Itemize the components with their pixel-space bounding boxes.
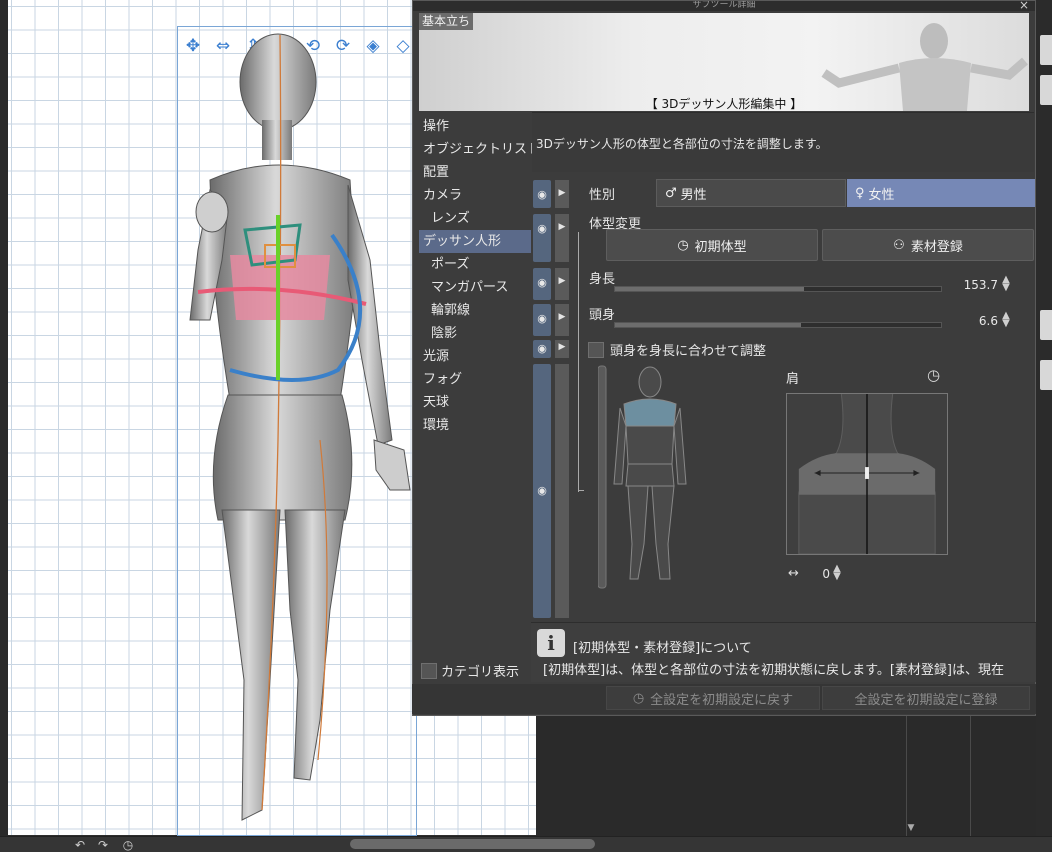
category-item[interactable]: オブジェクトリスト [419,138,540,161]
fit-heads-option[interactable]: 頭身を身長に合わせて調整 [588,340,766,359]
category-item[interactable]: 配置 [419,161,531,184]
info-title: [初期体型・素材登録]について [573,641,752,656]
height-spinner-icon[interactable]: ▲ ▼ [1001,275,1011,293]
initial-body-button[interactable]: ◷ 初期体型 [606,229,818,261]
heads-slider-fill [615,323,801,327]
preview-label: 【 3Dデッサン人形編集中 】 [645,97,803,111]
height-value[interactable]: 153.7 [950,278,998,292]
heads-value[interactable]: 6.6 [950,314,998,328]
expand-arrow-icon[interactable]: ▶ [555,180,569,208]
shoulder-preview[interactable] [786,393,948,555]
heads-label: 頭身 [589,308,616,323]
category-item[interactable]: ポーズ [419,253,531,276]
height-label: 身長 [589,272,616,287]
reset-view-icon[interactable]: ◷ [120,837,136,852]
male-label: 男性 [680,187,707,203]
category-item[interactable]: 輪郭線 [419,299,531,322]
category-item[interactable]: レンズ [419,207,531,230]
category-item[interactable]: 天球 [419,391,531,414]
right-panel-strip [1036,0,1052,852]
left-gutter [0,0,8,852]
undo-view-icon[interactable]: ↶ [72,837,88,852]
fit-heads-checkbox[interactable] [588,341,604,358]
register-material-button[interactable]: ⚇ 素材登録 [822,229,1034,261]
dialog-title: サブツール詳細 [413,1,1035,11]
close-icon[interactable]: × [1019,0,1029,12]
register-material-icon: ⚇ [893,237,905,253]
visibility-eye-icon[interactable]: ◉ [533,364,551,618]
description-text: 3Dデッサン人形の体型と各部位の寸法を調整します。 [536,137,828,151]
heads-slider[interactable] [614,322,942,328]
dialog-footer: ◷ 全設定を初期設定に戻す 全設定を初期設定に登録 [412,684,1036,714]
subtool-preview: 基本立ち 【 3Dデッサン人形編集中 】 [419,13,1029,111]
register-material-label: 素材登録 [910,239,963,255]
category-item[interactable]: 操作 [419,115,531,138]
heads-spinner-icon[interactable]: ▲ ▼ [1001,311,1011,329]
height-slider-fill [615,287,805,291]
register-all-label: 全設定を初期設定に登録 [854,692,998,708]
category-item[interactable]: フォグ [419,368,531,391]
reset-icon: ◷ [677,237,689,253]
category-toggle[interactable]: カテゴリ表示 [421,661,519,680]
preview-tag: 基本立ち [419,13,474,30]
category-item[interactable]: 光源 [419,345,531,368]
info-body: [初期体型]は、体型と各部位の寸法を初期状態に戻します。[素材登録]は、現在 [543,663,1004,678]
expand-arrow-icon[interactable]: ▶ [555,268,569,300]
panel-tab[interactable] [1040,310,1052,340]
lower-panel-area [536,716,1036,836]
shoulder-value[interactable]: 0 [800,567,830,581]
category-item[interactable]: カメラ [419,184,531,207]
category-toggle-checkbox[interactable] [421,662,437,679]
panel-tab[interactable] [1040,75,1052,105]
initial-body-label: 初期体型 [694,239,747,255]
reset-all-icon: ◷ [632,690,645,706]
shoulder-reset-icon[interactable]: ◷ [927,366,940,384]
group-bracket-end [578,490,584,491]
divider [970,716,971,836]
horizontal-scrollbar[interactable] [350,839,595,849]
category-list: 操作 オブジェクトリスト 配置 カメラ レンズ デッサン人形 ポーズ マンガパース 輪郭線 陰影光… [419,115,540,437]
visibility-eye-icon[interactable]: ◉ [533,340,551,358]
category-item[interactable]: 陰影 [419,322,531,345]
panel-description: 3Dデッサン人形の体型と各部位の寸法を調整します。 [532,112,1034,172]
category-item[interactable]: 環境 [419,414,531,437]
expand-arrow-icon[interactable]: ▶ [555,214,569,262]
fit-heads-label: 頭身を身長に合わせて調整 [610,344,767,359]
female-icon: ♀ [855,185,865,201]
expand-column [555,364,569,618]
shoulder-label: 肩 [786,372,800,387]
female-label: 女性 [868,187,895,203]
visibility-eye-icon[interactable]: ◉ [533,180,551,208]
category-item[interactable]: デッサン人形 [419,230,531,253]
visibility-eye-icon[interactable]: ◉ [533,214,551,262]
expand-arrow-icon[interactable]: ▶ [555,340,569,358]
female-option[interactable]: ♀ 女性 [847,179,1035,207]
panel-tab[interactable] [1040,360,1052,390]
app-window: ✥ ⇔ ⇕ ⊕ ⟲ ⟳ ◈ ◇ [0,0,1052,852]
height-slider[interactable] [614,286,942,292]
panel-tab[interactable] [1040,35,1052,65]
group-bracket [578,232,579,492]
reset-all-label: 全設定を初期設定に戻す [650,692,794,708]
male-option[interactable]: ♂ 男性 [656,179,846,207]
redo-view-icon[interactable]: ↷ [95,837,111,852]
info-icon: i [537,629,565,657]
gender-label: 性別 [589,188,616,203]
body-part-map[interactable] [598,364,688,590]
category-item[interactable]: マンガパース [419,276,531,299]
width-icon: ↔ [788,566,799,581]
expand-arrow-icon[interactable]: ▶ [555,304,569,336]
shoulder-spinner-icon[interactable]: ▲ ▼ [832,564,842,582]
category-toggle-label: カテゴリ表示 [441,665,520,680]
reset-all-button[interactable]: ◷ 全設定を初期設定に戻す [606,686,820,710]
visibility-eye-icon[interactable]: ◉ [533,268,551,300]
scroll-down-icon[interactable]: ▼ [905,822,917,834]
3d-drawing-doll[interactable] [170,20,430,840]
register-all-button[interactable]: 全設定を初期設定に登録 [822,686,1030,710]
divider [906,716,907,836]
info-box: i [初期体型・素材登録]について [初期体型]は、体型と各部位の寸法を初期状態… [531,622,1036,682]
male-icon: ♂ [665,185,677,201]
visibility-eye-icon[interactable]: ◉ [533,304,551,336]
